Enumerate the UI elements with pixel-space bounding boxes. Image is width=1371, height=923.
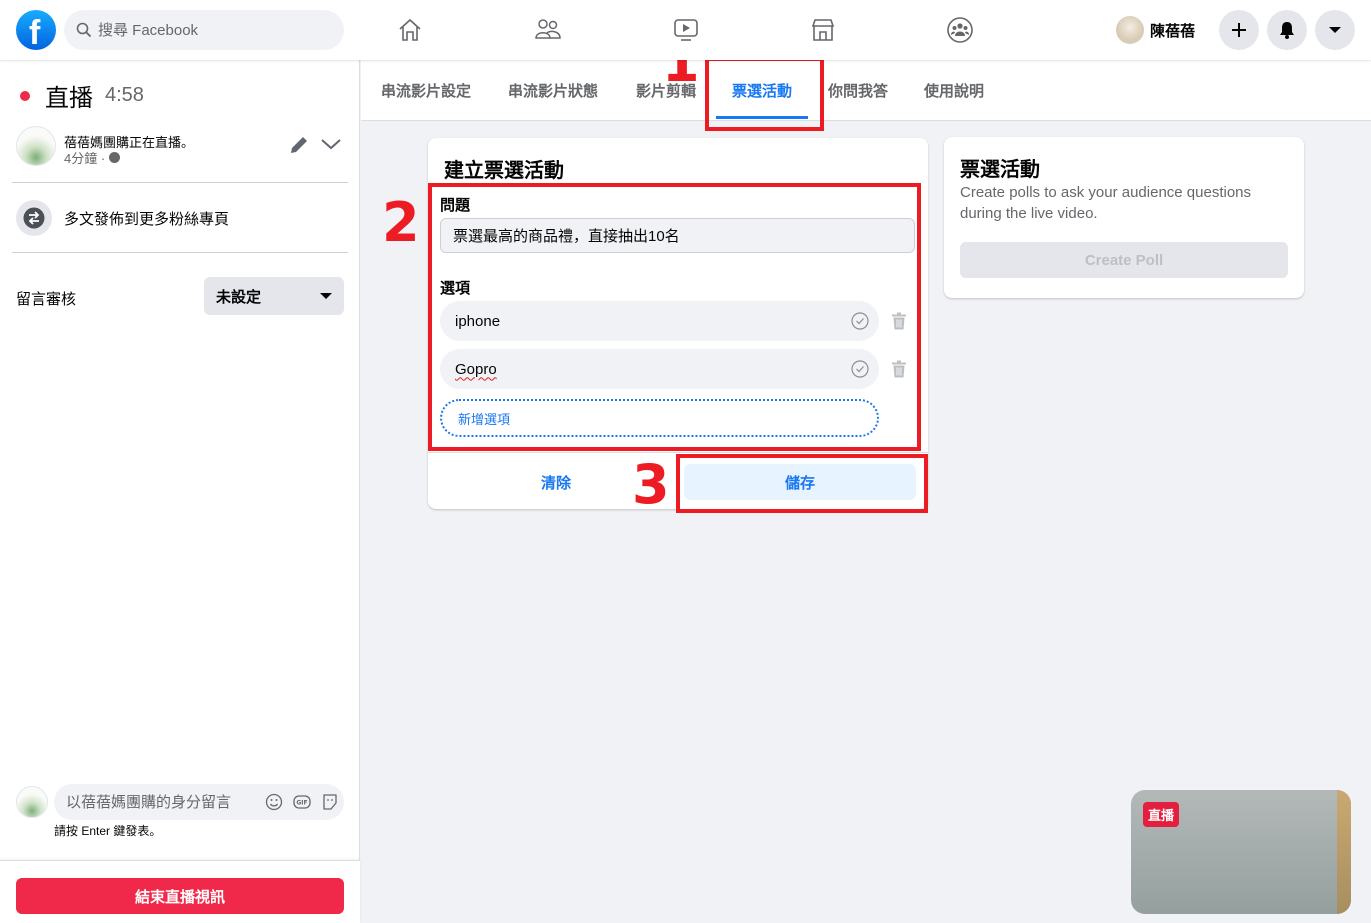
search-input[interactable] bbox=[98, 21, 318, 39]
preview-image-edge bbox=[1337, 790, 1351, 914]
tab-stream-health[interactable]: 串流影片狀態 bbox=[508, 60, 598, 121]
question-label: 問題 bbox=[440, 197, 471, 214]
tab-qa[interactable]: 你問我答 bbox=[828, 60, 888, 121]
live-indicator-icon bbox=[20, 90, 30, 101]
sticker-icon[interactable] bbox=[320, 792, 340, 812]
create-poll-title: 建立票選活動 bbox=[444, 158, 564, 182]
svg-text:GIF: GIF bbox=[296, 800, 307, 807]
polls-info-title: 票選活動 bbox=[960, 157, 1040, 181]
notifications-button[interactable] bbox=[1267, 10, 1307, 50]
option-text: Gopro bbox=[455, 360, 497, 378]
profile-name: 陳蓓蓓 bbox=[1150, 22, 1196, 40]
check-circle-icon[interactable] bbox=[851, 360, 869, 378]
account-menu-button[interactable] bbox=[1315, 10, 1355, 50]
post-header: 蓓蓓媽團購正在直播。 4分鐘 · bbox=[16, 126, 346, 170]
create-button[interactable] bbox=[1219, 10, 1259, 50]
option-text: iphone bbox=[455, 312, 501, 330]
live-title: 直播 bbox=[45, 84, 93, 112]
profile-chip[interactable]: 陳蓓蓓 bbox=[1116, 16, 1195, 44]
divider bbox=[12, 182, 348, 183]
comment-box[interactable]: GIF bbox=[54, 784, 344, 820]
comment-hint: 請按 Enter 鍵發表。 bbox=[54, 824, 162, 838]
bell-icon bbox=[1280, 22, 1294, 39]
crosspost-row[interactable]: 多文發佈到更多粉絲專頁 bbox=[16, 200, 229, 236]
annotation-step-3: 3 bbox=[632, 453, 670, 516]
moderation-value: 未設定 bbox=[216, 288, 262, 306]
chevron-down-icon[interactable] bbox=[320, 136, 342, 152]
tab-stream-setup[interactable]: 串流影片設定 bbox=[381, 60, 471, 121]
tab-help[interactable]: 使用說明 bbox=[924, 60, 984, 121]
page-avatar[interactable] bbox=[16, 126, 56, 166]
plus-icon bbox=[1232, 23, 1246, 37]
save-button[interactable]: 儲存 bbox=[684, 464, 916, 500]
comment-moderation-label: 留言審核 bbox=[16, 291, 77, 308]
sidebar-footer: 結束直播視訊 bbox=[0, 860, 360, 923]
end-live-video-button[interactable]: 結束直播視訊 bbox=[16, 878, 344, 914]
facebook-logo-glyph: f bbox=[29, 14, 41, 52]
comment-moderation-dropdown[interactable]: 未設定 bbox=[204, 277, 344, 315]
producer-tabs: 串流影片設定 串流影片狀態 影片剪輯 票選活動 你問我答 使用說明 bbox=[361, 60, 1371, 121]
search-bar[interactable] bbox=[64, 10, 344, 50]
search-icon bbox=[76, 22, 92, 38]
globe-icon bbox=[109, 152, 121, 163]
question-input[interactable]: 票選最高的商品禮，直接抽出10名 bbox=[440, 218, 915, 253]
trash-icon[interactable] bbox=[891, 360, 907, 378]
crosspost-button[interactable] bbox=[16, 200, 52, 236]
caret-down-icon bbox=[1329, 27, 1341, 33]
groups-icon[interactable] bbox=[942, 12, 978, 48]
options-label: 選項 bbox=[440, 280, 471, 297]
marketplace-icon[interactable] bbox=[805, 12, 841, 48]
annotation-step-2: 2 bbox=[382, 191, 420, 254]
polls-info-card: 票選活動 Create polls to ask your audience q… bbox=[944, 137, 1304, 298]
live-badge: 直播 bbox=[1143, 802, 1180, 827]
avatar bbox=[1116, 16, 1144, 44]
poll-option-input[interactable]: Gopro bbox=[440, 349, 879, 389]
live-timer: 4:58 bbox=[105, 84, 144, 106]
gif-icon[interactable]: GIF bbox=[292, 792, 312, 812]
friends-icon[interactable] bbox=[530, 12, 566, 48]
live-sidebar: 直播 4:58 蓓蓓媽團購正在直播。 4分鐘 · 多文發佈到更多粉絲專頁 留言審… bbox=[0, 60, 360, 923]
create-poll-button[interactable]: Create Poll bbox=[960, 242, 1288, 278]
home-icon[interactable] bbox=[392, 12, 428, 48]
post-meta: 4分鐘 · bbox=[64, 148, 121, 167]
poll-option-input[interactable]: iphone bbox=[440, 301, 879, 341]
watch-icon[interactable] bbox=[668, 12, 704, 48]
divider bbox=[12, 252, 348, 253]
swap-arrows-icon bbox=[23, 207, 45, 229]
caret-down-icon bbox=[320, 293, 332, 299]
trash-icon[interactable] bbox=[891, 312, 907, 330]
live-video-preview[interactable]: 直播 bbox=[1131, 790, 1351, 914]
crosspost-label: 多文發佈到更多粉絲專頁 bbox=[64, 210, 230, 228]
page-avatar bbox=[16, 786, 48, 818]
facebook-logo[interactable]: f bbox=[16, 10, 56, 52]
post-time: 4分鐘 · bbox=[64, 151, 106, 166]
emoji-icon[interactable] bbox=[264, 792, 284, 812]
add-option-input[interactable]: 新增選項 bbox=[440, 399, 879, 437]
edit-pencil-icon[interactable] bbox=[288, 134, 310, 156]
check-circle-icon[interactable] bbox=[851, 312, 869, 330]
comment-input[interactable] bbox=[66, 793, 256, 811]
divider bbox=[428, 452, 928, 453]
tab-polls[interactable]: 票選活動 bbox=[715, 60, 809, 121]
polls-info-description: Create polls to ask your audience questi… bbox=[960, 184, 1252, 222]
create-poll-card: 建立票選活動 問題 票選最高的商品禮，直接抽出10名 選項 iphone Gop… bbox=[428, 138, 928, 509]
top-navigation-bar: f 陳蓓蓓 bbox=[0, 0, 1371, 60]
live-header: 直播 4:58 bbox=[20, 78, 144, 113]
